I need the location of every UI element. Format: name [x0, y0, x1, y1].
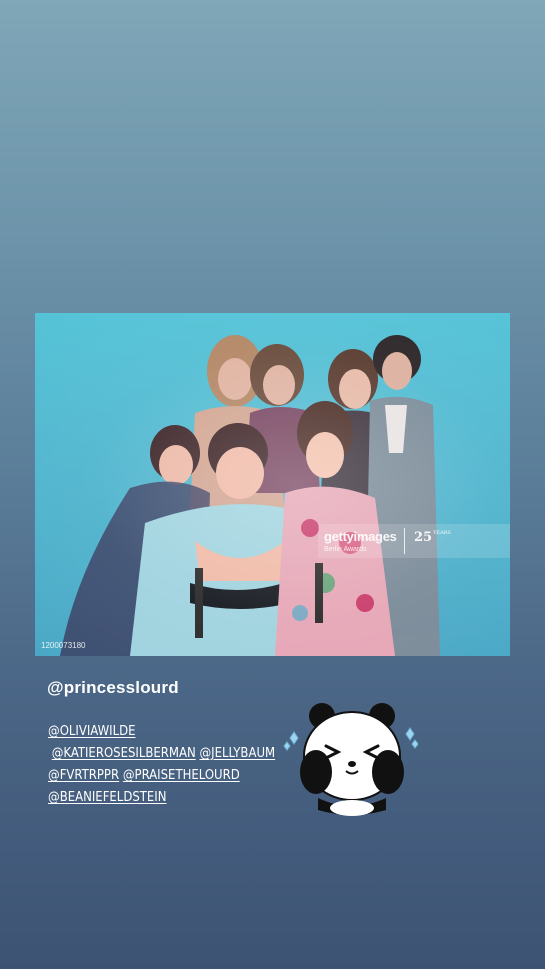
mention-line-2: @KATIEROSESILBERMAN @JELLYBAUM [48, 743, 308, 765]
mention-oliviawilde[interactable]: @OLIVIAWILDE [48, 724, 136, 739]
mention-beaniefeldstein[interactable]: @BEANIEFELDSTEIN [48, 790, 166, 805]
mention-line-1: @OLIVIAWILDE [48, 721, 308, 743]
photo-id-label: 1200073180 [41, 641, 86, 650]
mention-block: @OLIVIAWILDE @KATIEROSESILBERMAN @JELLYB… [48, 721, 308, 809]
story-screen: { "photo": { "watermark_brand": "gettyim… [0, 0, 545, 969]
panda-sticker-icon[interactable] [282, 698, 422, 818]
mention-line-3: @FVRTRPPR @PRAISETHELOURD [48, 765, 308, 787]
anniversary-watermark: 25YEARS [414, 530, 451, 545]
getty-watermark-logo: gettyimages [324, 529, 397, 544]
mention-fvrtrppr[interactable]: @FVRTRPPR [48, 768, 119, 783]
mention-jellybaum[interactable]: @JELLYBAUM [199, 746, 275, 761]
mention-praisethelourd[interactable]: @PRAISETHELOURD [123, 768, 240, 783]
watermark-divider [404, 528, 405, 554]
getty-watermark-sub: Berlin Awards [324, 546, 367, 553]
story-photo [35, 313, 510, 656]
mention-katierosesilberman[interactable]: @KATIEROSESILBERMAN [52, 746, 196, 761]
main-handle[interactable]: @princesslourd [47, 678, 179, 698]
mention-line-4: @BEANIEFELDSTEIN [48, 787, 308, 809]
